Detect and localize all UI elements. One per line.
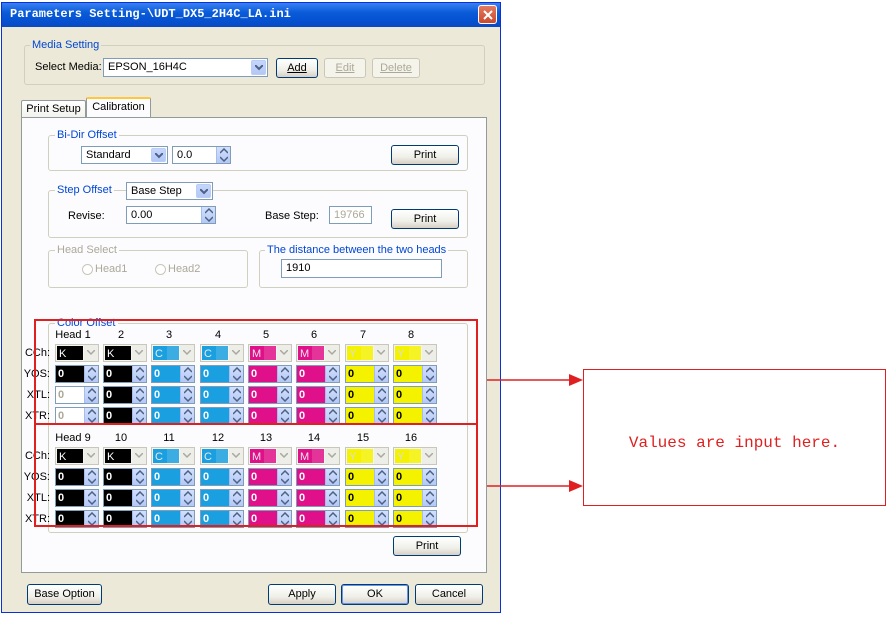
window-title: Parameters Setting-\UDT_DX5_2H4C_LA.ini: [10, 7, 291, 21]
media-setting-label: Media Setting: [30, 39, 102, 51]
revise-value: 0.00: [131, 209, 153, 221]
ok-button[interactable]: OK: [341, 584, 409, 605]
bidir-value-spinner[interactable]: 0.0: [172, 146, 231, 164]
select-media-value: EPSON_16H4C: [108, 61, 187, 73]
revise-label: Revise:: [68, 210, 105, 222]
spin-arrows-icon: [205, 208, 213, 222]
bidir-value: 0.0: [177, 149, 193, 161]
apply-label: Apply: [288, 588, 316, 600]
annotation-note: Values are input here.: [583, 369, 886, 506]
base-option-button[interactable]: Base Option: [27, 584, 102, 605]
distance-input[interactable]: 1910: [281, 259, 442, 278]
head1-radio[interactable]: [82, 264, 93, 275]
annotation-text: Values are input here.: [628, 434, 841, 452]
apply-button[interactable]: Apply: [268, 584, 336, 605]
head1-label: Head1: [95, 263, 128, 275]
step-mode-dropdown[interactable]: Base Step: [126, 182, 213, 200]
add-media-button[interactable]: Add: [276, 58, 318, 78]
distance-label: The distance between the two heads: [265, 244, 449, 256]
cancel-button[interactable]: Cancel: [415, 584, 483, 605]
highlight-box-heads-1-8: [34, 319, 478, 425]
dropdown-arrow[interactable]: [151, 148, 166, 162]
title-bar[interactable]: Parameters Setting-\UDT_DX5_2H4C_LA.ini: [2, 3, 500, 27]
cancel-label: Cancel: [431, 588, 467, 600]
base-step-label: Base Step:: [265, 210, 319, 222]
print-label: Print: [415, 540, 439, 552]
chevron-down-icon: [155, 153, 163, 159]
distance-value: 1910: [286, 262, 311, 274]
edit-label: Edit: [335, 62, 355, 74]
bidir-mode-dropdown[interactable]: Standard: [81, 146, 168, 164]
tab-print-setup[interactable]: Print Setup: [21, 100, 86, 118]
base-step-value: 19766: [334, 209, 365, 221]
base-option-label: Base Option: [34, 588, 95, 600]
arrow-head-1: [569, 374, 583, 386]
step-print-button[interactable]: Print: [391, 209, 459, 229]
dropdown-arrow[interactable]: [251, 60, 266, 75]
bidir-offset-label: Bi-Dir Offset: [55, 129, 119, 141]
head-select-label: Head Select: [55, 244, 119, 256]
bidir-mode-value: Standard: [86, 149, 131, 161]
dropdown-arrow[interactable]: [196, 184, 211, 198]
print-label: Print: [413, 213, 437, 225]
revise-spinner[interactable]: 0.00: [126, 206, 216, 224]
spinner-buttons[interactable]: [201, 207, 215, 223]
base-step-field: 19766: [329, 206, 372, 224]
add-label: Add: [287, 62, 307, 74]
chevron-down-icon: [255, 65, 263, 71]
edit-media-button[interactable]: Edit: [324, 58, 366, 78]
print-label: Print: [413, 149, 437, 161]
select-media-dropdown[interactable]: EPSON_16H4C: [103, 58, 268, 77]
highlight-box-heads-9-16: [34, 423, 478, 527]
bidir-print-button[interactable]: Print: [391, 145, 459, 165]
delete-media-button[interactable]: Delete: [372, 58, 420, 78]
chevron-down-icon: [200, 189, 208, 195]
annotation-arrows: [487, 374, 583, 492]
step-offset-label: Step Offset: [55, 184, 114, 196]
close-button[interactable]: [478, 5, 497, 24]
close-icon: [483, 10, 493, 20]
ok-label: OK: [367, 588, 383, 600]
step-mode-value: Base Step: [131, 185, 182, 197]
color-offset-print-button[interactable]: Print: [393, 536, 461, 556]
tab-calibration[interactable]: Calibration: [86, 97, 151, 118]
select-media-label: Select Media:: [35, 61, 102, 73]
arrow-head-2: [569, 480, 583, 492]
spin-arrows-icon: [220, 148, 228, 162]
delete-label: Delete: [380, 62, 412, 74]
head2-radio[interactable]: [155, 264, 166, 275]
spinner-buttons[interactable]: [216, 147, 230, 163]
head2-label: Head2: [168, 263, 201, 275]
